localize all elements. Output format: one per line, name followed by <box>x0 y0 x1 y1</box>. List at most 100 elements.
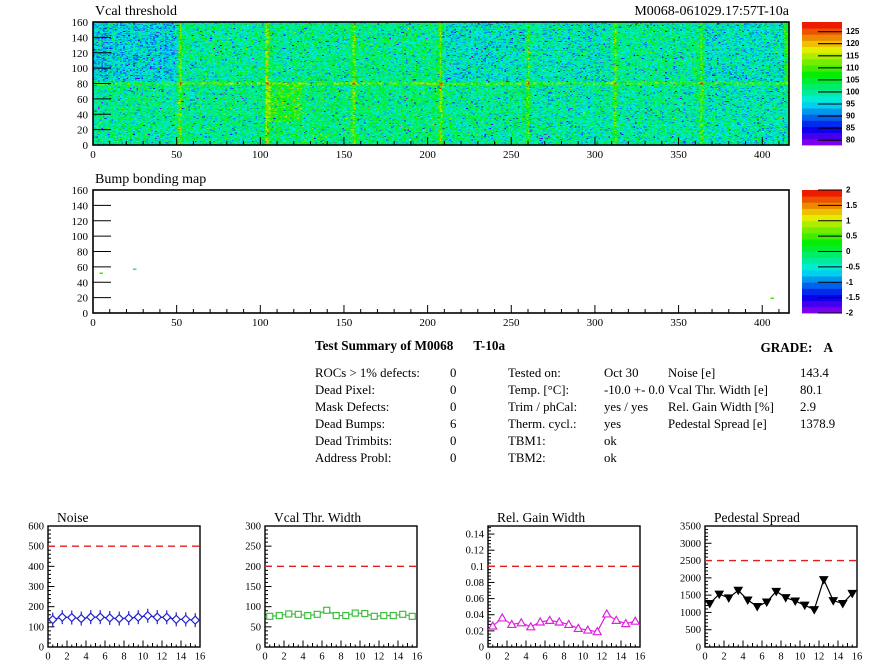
x-axis-tick-label: 8 <box>121 652 126 663</box>
vcal-axes: 0204060801001201401600 50 100 150 200 250 300 3… <box>72 17 860 161</box>
y-axis-tick-label: 500 <box>28 542 44 553</box>
y-axis-tick-label: 160 <box>72 17 89 29</box>
data-marker <box>313 610 321 618</box>
summary-row-label: Vcal Thr. Width [e] <box>668 383 768 397</box>
y-axis-tick-label: 140 <box>72 32 89 44</box>
y-axis-tick-label: 140 <box>72 200 89 212</box>
summary-row-value: ok <box>604 434 617 448</box>
color-scale-tick-label: 2 <box>846 186 851 195</box>
summary-row-value: 6 <box>450 417 457 431</box>
x-axis-tick-label: 4 <box>83 652 89 663</box>
data-marker <box>742 596 753 605</box>
data-marker <box>285 610 293 618</box>
y-axis-tick-label: 200 <box>28 602 44 613</box>
summary-row-value: yes <box>604 417 622 431</box>
color-scale: 80 85 90 95 100 105 110 115 120 125 <box>802 22 860 146</box>
summary-row-value: 0 <box>450 383 457 397</box>
x-axis-tick-label: 150 <box>336 149 353 161</box>
x-axis-tick-label: 250 <box>503 317 520 329</box>
x-axis-tick-label: 250 <box>503 149 520 161</box>
x-axis-tick-label: 10 <box>578 652 589 663</box>
data-marker <box>266 612 274 620</box>
data-marker <box>304 611 312 620</box>
y-axis-tick-label: 120 <box>72 48 89 60</box>
data-marker <box>723 594 734 603</box>
x-axis-tick-label: 350 <box>670 317 687 329</box>
y-axis-tick-label: 300 <box>28 582 44 593</box>
x-axis-tick-label: 8 <box>338 652 343 663</box>
x-axis-tick-label: 6 <box>759 652 764 663</box>
data-marker <box>323 606 331 614</box>
summary-row-label: Noise [e] <box>668 366 716 380</box>
y-axis-tick-label: 80 <box>77 247 89 259</box>
summary-row-value: 0 <box>450 366 457 380</box>
data-marker <box>104 613 115 623</box>
x-axis-tick-label: 400 <box>754 149 771 161</box>
color-scale-tick-label: -0.5 <box>846 262 860 271</box>
x-axis-tick-label: 8 <box>778 652 783 663</box>
y-axis-tick-label: 40 <box>77 109 89 121</box>
data-marker <box>294 610 302 618</box>
data-marker <box>85 612 96 623</box>
x-axis-tick-label: 16 <box>412 652 423 663</box>
data-marker <box>275 611 283 620</box>
x-axis-tick-label: 300 <box>587 317 604 329</box>
x-axis-tick-label: 2 <box>64 652 69 663</box>
plot-axis: 0 100 200 300 400 500 600 0 2 4 6 8 10 12 14 16 <box>28 522 205 663</box>
data-marker <box>601 608 612 618</box>
summary-row-value: 143.4 <box>800 366 829 380</box>
y-axis-tick-label: 0.06 <box>466 594 484 605</box>
x-axis-tick-label: 16 <box>852 652 863 663</box>
y-axis-tick-label: 150 <box>245 582 261 593</box>
y-axis-tick-label: 0 <box>83 308 89 320</box>
data-marker <box>95 612 106 623</box>
y-axis-tick-label: 400 <box>28 562 44 573</box>
x-axis-tick-label: 12 <box>374 652 385 663</box>
y-axis-tick-label: 160 <box>72 185 89 197</box>
x-axis-tick-label: 0 <box>45 652 50 663</box>
data-marker <box>497 612 508 622</box>
x-axis-tick-label: 350 <box>670 149 687 161</box>
x-axis-tick-label: 50 <box>171 149 183 161</box>
rel-gain-width-plot-canvas: 0 0.02 0.04 0.06 0.08 0.1 0.12 0.14 0 2 4 6 8 10 12 14 1… <box>466 525 645 663</box>
y-axis-tick-label: 0 <box>479 643 484 654</box>
color-scale-tick-label: 120 <box>846 39 860 48</box>
pedestal-spread-plot-canvas: 0 500 1000 1500 2000 2500 3000 3500 0 2 4 6 8 10 12 14 1… <box>680 522 863 663</box>
summary-row-label: ROCs > 1% defects: <box>315 366 420 380</box>
color-scale-tick-label: 115 <box>846 51 859 60</box>
color-scale-tick-label: 100 <box>846 87 860 96</box>
y-axis-tick-label: 20 <box>77 293 89 305</box>
y-axis-tick-label: 120 <box>72 216 89 228</box>
x-axis-tick-label: 2 <box>281 652 286 663</box>
summary-row-value: Oct 30 <box>604 366 639 380</box>
data-marker <box>342 611 350 620</box>
x-axis-tick-label: 12 <box>157 652 168 663</box>
y-axis-tick-label: 300 <box>245 522 261 533</box>
summary-row-value: ok <box>604 451 617 465</box>
y-axis-tick-label: 0 <box>256 643 261 654</box>
color-scale-tick-label: 125 <box>846 27 860 36</box>
y-axis-tick-label: 0 <box>696 643 701 654</box>
noise-plot-canvas: 0 100 200 300 400 500 600 0 2 4 6 8 10 12 14 16 <box>28 522 205 663</box>
vcal-width-per-roc-plot: Vcal Thr. Width 0 50 100 150 200 250 300 0 2 4 6 8 1… <box>225 505 449 672</box>
color-scale-tick-label: 0 <box>846 247 851 256</box>
x-axis-tick-label: 14 <box>176 652 187 663</box>
y-axis-tick-label: 250 <box>245 542 261 553</box>
data-series <box>266 606 416 620</box>
data-marker <box>818 576 829 585</box>
data-marker <box>142 610 153 621</box>
x-axis-tick-label: 4 <box>740 652 746 663</box>
y-axis-tick-label: 80 <box>77 79 89 91</box>
data-marker <box>704 599 715 609</box>
data-marker <box>837 599 848 609</box>
color-scale-tick-label: 90 <box>846 112 855 121</box>
summary-title: Test Summary of M0068 T-10a <box>315 338 505 354</box>
summary-row-label: TBM2: <box>508 451 546 465</box>
data-marker <box>573 623 584 633</box>
y-axis-tick-label: 40 <box>77 277 89 289</box>
summary-row-label: Dead Pixel: <box>315 383 376 397</box>
x-axis-tick-label: 12 <box>814 652 825 663</box>
bump-axes: 0204060801001201401600 50 100 150 200 250 300 3… <box>72 185 861 329</box>
color-scale-tick-label: 105 <box>846 75 860 84</box>
x-axis-tick-label: 14 <box>393 652 404 663</box>
